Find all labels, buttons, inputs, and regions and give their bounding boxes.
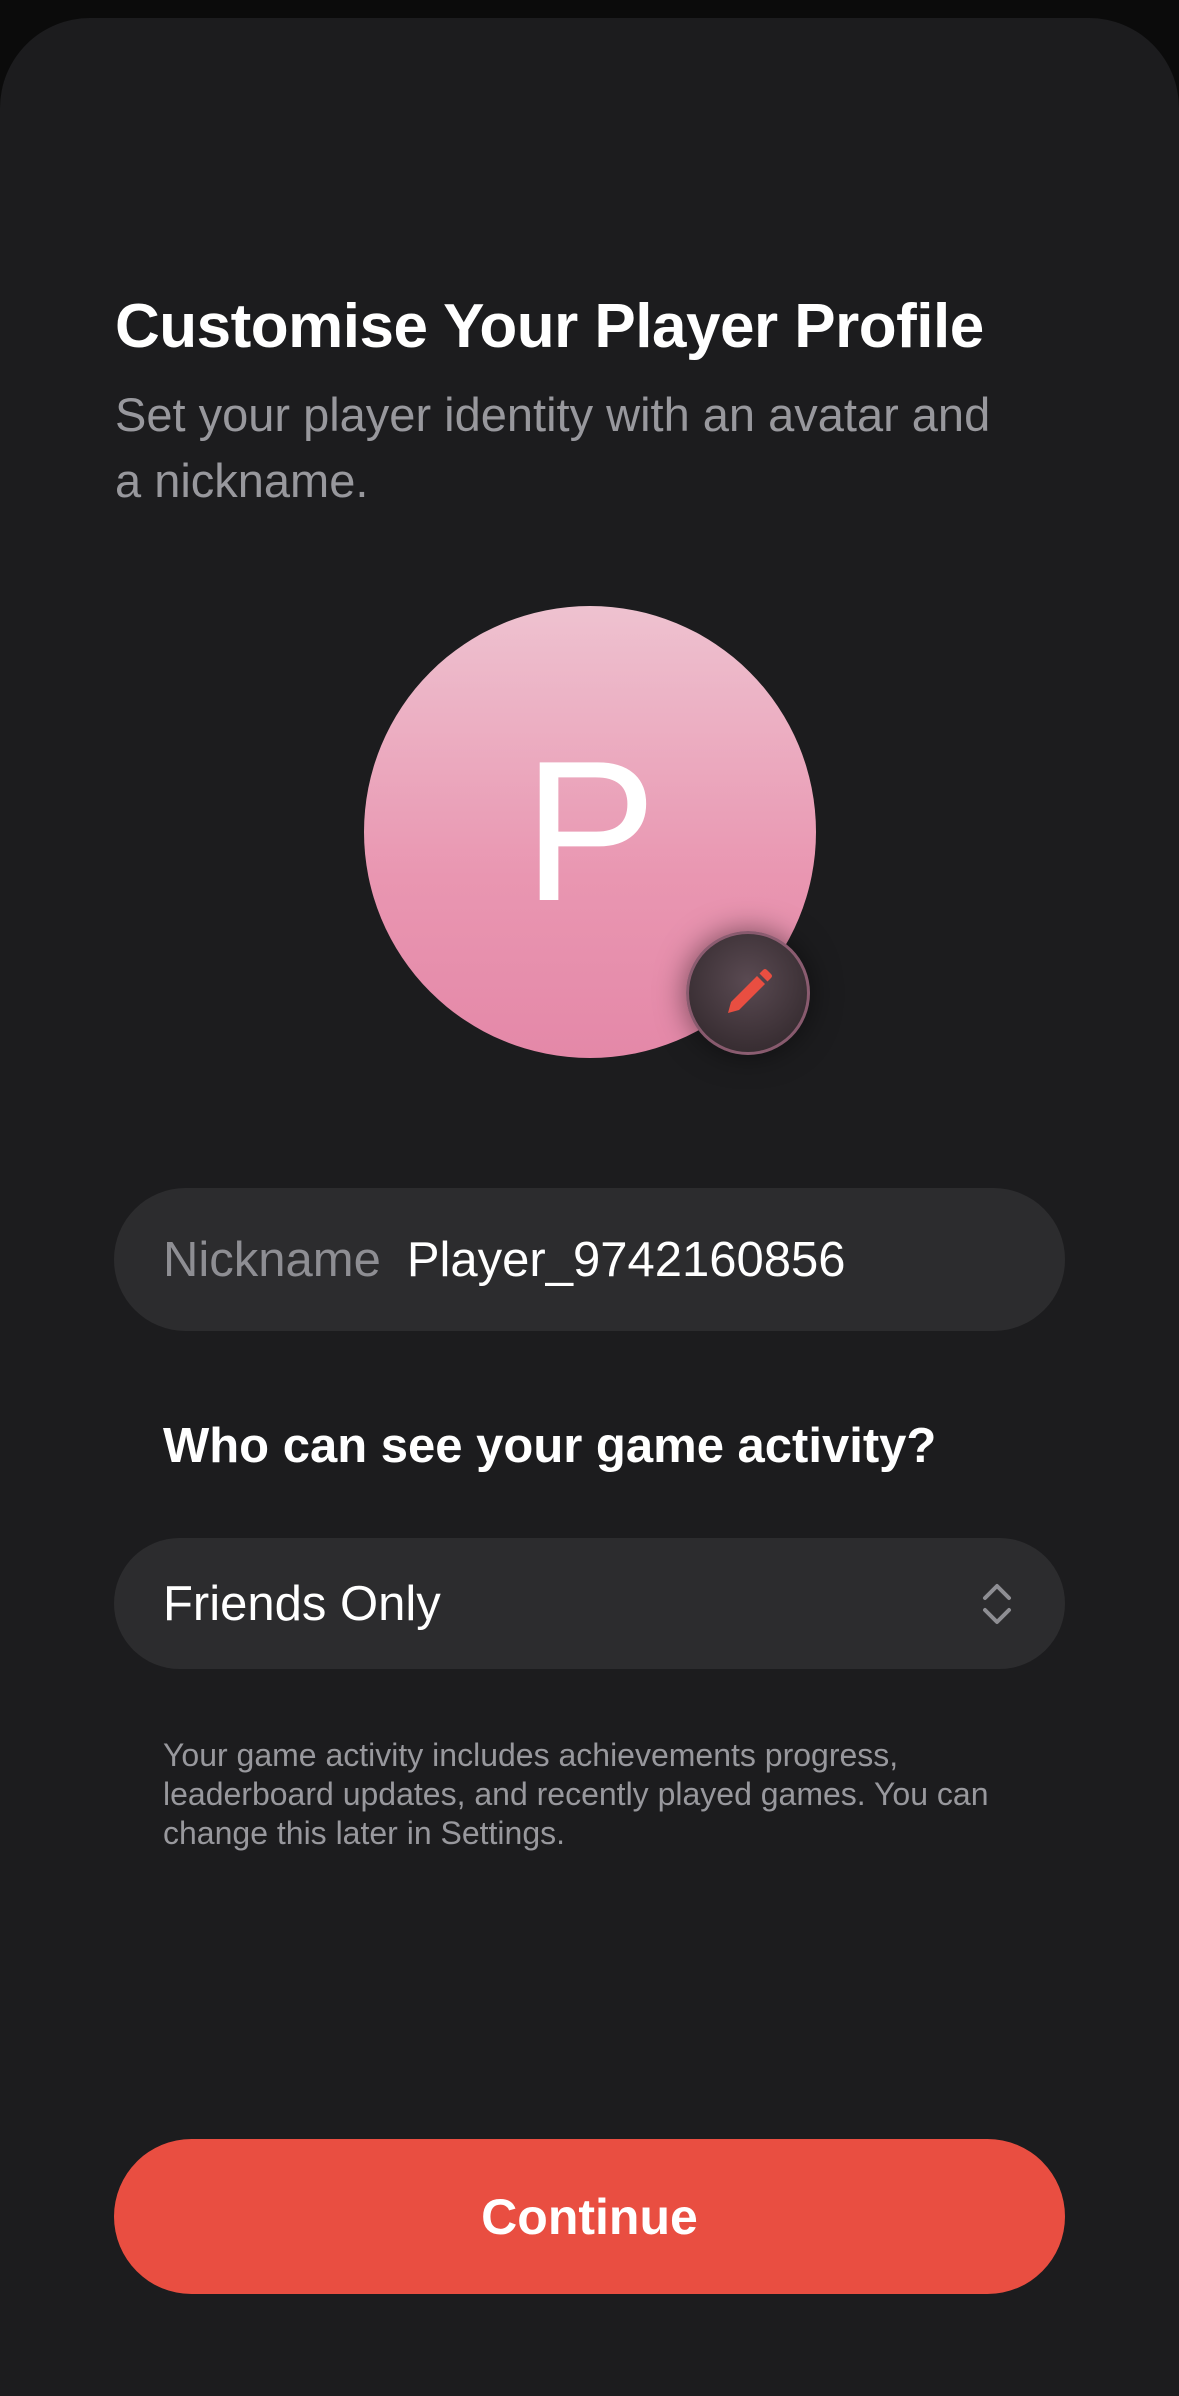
nickname-input[interactable]: Player_9742160856 [407, 1232, 846, 1288]
visibility-note: Your game activity includes achievements… [163, 1737, 989, 1851]
page-title: Customise Your Player Profile [115, 292, 984, 361]
nickname-label: Nickname [163, 1232, 381, 1287]
profile-sheet: Customise Your Player Profile Set your p… [0, 18, 1179, 2396]
chevron-up-down-icon [979, 1580, 1015, 1628]
visibility-question: Who can see your game activity? [163, 1419, 937, 1473]
visibility-select[interactable]: Friends Only [114, 1538, 1065, 1669]
avatar-initial: P [523, 720, 657, 943]
continue-button[interactable]: Continue [114, 2139, 1065, 2294]
avatar-container: P [364, 606, 816, 1058]
nickname-field[interactable]: Nickname Player_9742160856 [114, 1188, 1065, 1331]
page-subtitle: Set your player identity with an avatar … [115, 388, 991, 507]
pencil-icon [718, 963, 778, 1023]
visibility-selected-value: Friends Only [163, 1576, 441, 1631]
edit-avatar-button[interactable] [686, 931, 810, 1055]
